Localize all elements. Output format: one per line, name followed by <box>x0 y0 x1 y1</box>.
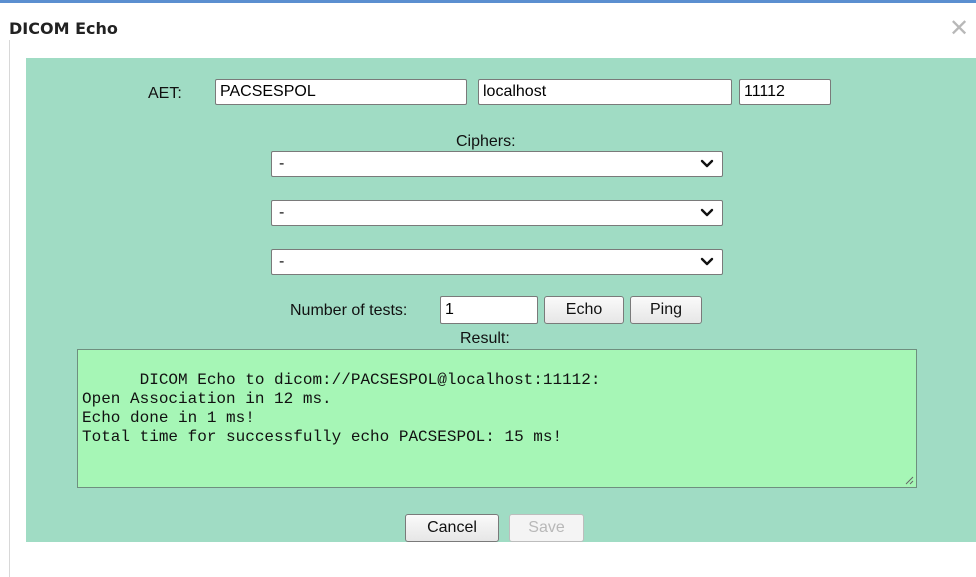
ciphers-label: Ciphers: <box>456 133 516 150</box>
cancel-button[interactable]: Cancel <box>405 514 499 542</box>
dialog-left-border <box>9 40 10 577</box>
chevron-down-icon <box>700 208 714 217</box>
host-input[interactable] <box>478 79 732 105</box>
chevron-down-icon <box>700 159 714 168</box>
port-input[interactable] <box>739 79 831 105</box>
dicom-echo-dialog: DICOM Echo ✕ AET: Ciphers: - - - <box>0 0 976 577</box>
echo-button[interactable]: Echo <box>544 296 624 324</box>
number-of-tests-input[interactable] <box>440 296 538 324</box>
save-button[interactable]: Save <box>509 514 584 542</box>
cipher-select-3[interactable]: - <box>271 249 723 275</box>
result-label: Result: <box>460 330 510 347</box>
resize-grip-icon[interactable] <box>904 475 914 485</box>
result-text: DICOM Echo to dicom://PACSESPOL@localhos… <box>82 371 601 446</box>
aet-label: AET: <box>148 85 182 102</box>
number-of-tests-label: Number of tests: <box>290 302 408 319</box>
cipher-select-2[interactable]: - <box>271 200 723 226</box>
dialog-titlebar: DICOM Echo ✕ <box>0 0 976 41</box>
chevron-down-icon <box>700 257 714 266</box>
aet-input[interactable] <box>215 79 467 105</box>
cipher-select-1-value: - <box>279 155 285 172</box>
result-textarea[interactable]: DICOM Echo to dicom://PACSESPOL@localhos… <box>77 349 917 488</box>
cipher-select-1[interactable]: - <box>271 151 723 177</box>
dialog-title: DICOM Echo <box>9 19 118 38</box>
cipher-select-3-value: - <box>279 253 285 270</box>
ping-button[interactable]: Ping <box>630 296 702 324</box>
cipher-select-2-value: - <box>279 204 285 221</box>
echo-form-panel: AET: Ciphers: - - - Number of tests: <box>26 58 976 542</box>
close-icon[interactable]: ✕ <box>948 17 970 41</box>
